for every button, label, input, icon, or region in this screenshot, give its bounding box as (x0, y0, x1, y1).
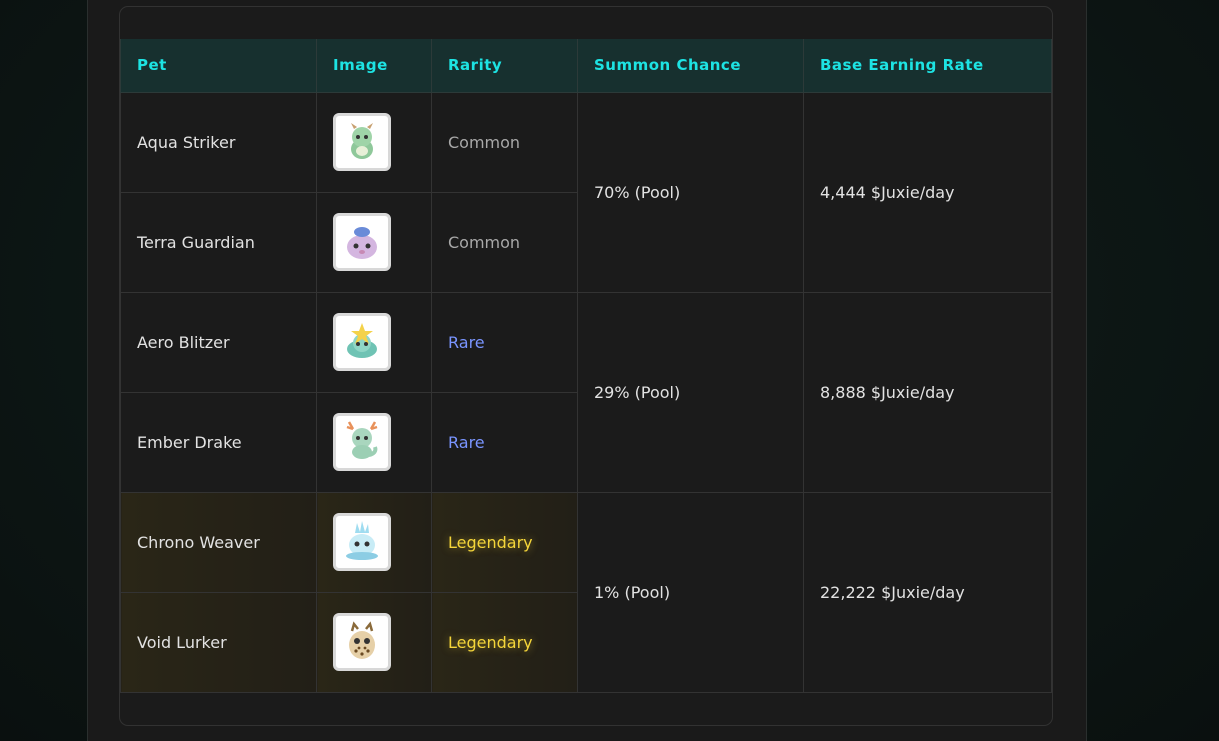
header-summon-chance: Summon Chance (577, 39, 804, 93)
pet-name: Chrono Weaver (120, 491, 317, 593)
rarity-label: Common (431, 191, 578, 293)
pet-name: Ember Drake (120, 391, 317, 493)
base-earning-rate: 22,222 $Juxie/day (803, 491, 1052, 693)
pets-table: Pet Image Rarity Summon Chance Base Earn… (120, 39, 1052, 693)
rarity-label: Rare (431, 391, 578, 493)
base-earning-rate: 8,888 $Juxie/day (803, 291, 1052, 493)
rarity-label: Common (431, 91, 578, 193)
rarity-label: Legendary (431, 591, 578, 693)
table-header-row: Pet Image Rarity Summon Chance Base Earn… (120, 39, 1052, 93)
header-base-earning-rate: Base Earning Rate (803, 39, 1052, 93)
rarity-label: Legendary (431, 491, 578, 593)
pet-name: Void Lurker (120, 591, 317, 693)
horned-dragon-pet-icon (333, 413, 391, 471)
header-image: Image (316, 39, 432, 93)
star-blob-pet-icon (333, 313, 391, 371)
header-pet: Pet (120, 39, 317, 93)
purple-blob-pet-icon (333, 213, 391, 271)
table-row: Chrono Weaver Legendary 1% (Pool) 22,222… (120, 491, 1052, 693)
ice-crystal-pet-icon (333, 513, 391, 571)
table-row: Aqua Striker Common 70% (Pool) 4,444 $Ju… (120, 91, 1052, 293)
summon-chance: 29% (Pool) (577, 291, 804, 493)
pet-name: Aqua Striker (120, 91, 317, 193)
summon-chance: 1% (Pool) (577, 491, 804, 693)
table-row: Aero Blitzer Rare 29% (Pool) 8,888 $Juxi… (120, 291, 1052, 493)
rarity-label: Rare (431, 291, 578, 393)
green-dragon-pet-icon (333, 113, 391, 171)
pet-name: Terra Guardian (120, 191, 317, 293)
pet-name: Aero Blitzer (120, 291, 317, 393)
summon-chance: 70% (Pool) (577, 91, 804, 293)
spotted-owl-pet-icon (333, 613, 391, 671)
header-rarity: Rarity (431, 39, 578, 93)
base-earning-rate: 4,444 $Juxie/day (803, 91, 1052, 293)
